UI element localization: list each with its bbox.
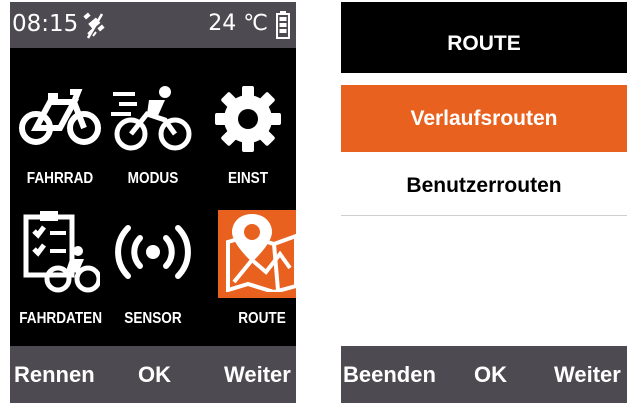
tile-label-fahrdaten: FAHRDATEN	[19, 310, 103, 327]
tile-modus[interactable]	[109, 77, 197, 165]
clock-time: 08:15	[12, 11, 79, 37]
menu-item-verlaufsrouten[interactable]: Verlaufsrouten	[341, 85, 627, 152]
status-bar: 08:15 24 ℃	[10, 2, 296, 48]
tile-label-sensor: SENSOR	[124, 310, 182, 327]
gps-off-icon	[80, 10, 114, 45]
tile-fahrrad[interactable]	[16, 77, 104, 165]
sensor-signal-icon	[113, 222, 193, 287]
battery-icon	[276, 10, 290, 45]
temperature-readout: 24 ℃	[208, 11, 268, 36]
ride-data-clipboard-icon	[20, 209, 102, 300]
bottom-button-bar: Beenden OK Weiter	[341, 346, 627, 403]
tile-label-modus: MODUS	[127, 170, 179, 187]
ok-button[interactable]: OK	[474, 362, 507, 388]
ok-button[interactable]: OK	[138, 362, 171, 388]
route-menu-screen: ROUTE Verlaufsrouten Benutzerrouten Been…	[341, 2, 627, 403]
tile-einst[interactable]	[204, 77, 292, 165]
bottom-button-bar: Rennen OK Weiter	[10, 346, 296, 403]
menu-item-benutzerrouten[interactable]: Benutzerrouten	[341, 152, 627, 219]
gear-icon	[213, 84, 283, 159]
page-title: ROUTE	[341, 2, 627, 73]
tile-route[interactable]	[218, 210, 296, 298]
divider	[341, 215, 627, 216]
tile-label-fahrrad: FAHRRAD	[26, 170, 94, 187]
cyclist-speed-icon	[109, 84, 197, 159]
tile-fahrdaten[interactable]	[16, 210, 104, 298]
beenden-button[interactable]: Beenden	[343, 362, 436, 388]
main-menu-screen: 08:15 24 ℃ FAHRRAD MODUS EINST FAHRDATEN…	[10, 2, 296, 403]
tile-label-route: ROUTE	[238, 310, 286, 327]
bicycle-icon	[18, 88, 102, 155]
rennen-button[interactable]: Rennen	[14, 362, 95, 388]
tile-sensor[interactable]	[109, 210, 197, 298]
tile-label-einst: EINST	[227, 170, 269, 187]
weiter-button[interactable]: Weiter	[224, 362, 291, 388]
route-map-icon	[222, 212, 296, 297]
weiter-button[interactable]: Weiter	[554, 362, 621, 388]
